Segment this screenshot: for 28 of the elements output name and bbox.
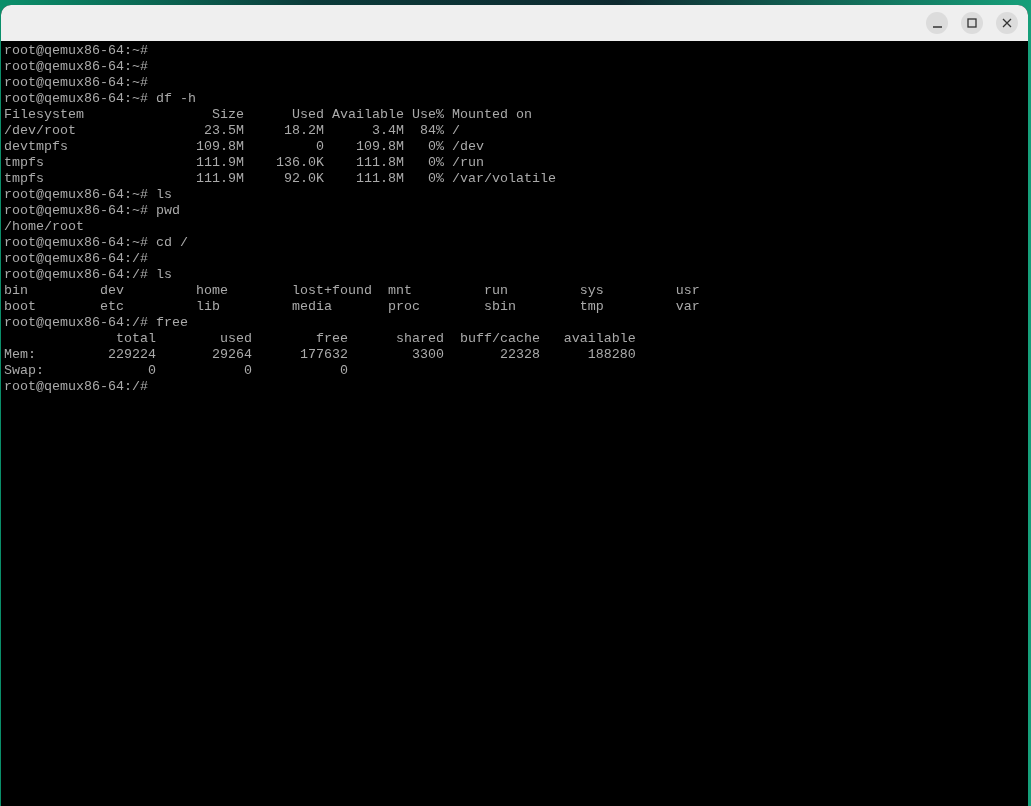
terminal-line: root@qemux86-64:~# pwd [4, 203, 180, 219]
terminal-line: root@qemux86-64:~# ls [4, 187, 172, 203]
terminal-line: boot etc lib media proc sbin tmp var [4, 299, 700, 315]
terminal-line: root@qemux86-64:~# df -h [4, 91, 196, 107]
close-button[interactable] [996, 12, 1018, 34]
terminal-line: tmpfs 111.9M 92.0K 111.8M 0% /var/volatile [4, 171, 556, 187]
terminal-line: root@qemux86-64:/# [4, 251, 148, 267]
terminal-line: root@qemux86-64:~# [4, 43, 148, 59]
terminal-line: root@qemux86-64:~# cd / [4, 235, 188, 251]
terminal-line: root@qemux86-64:/# ls [4, 267, 172, 283]
terminal-line: root@qemux86-64:~# [4, 75, 148, 91]
terminal-line: Swap: 0 0 0 [4, 363, 348, 379]
maximize-icon [966, 17, 978, 29]
terminal-line: Mem: 229224 29264 177632 3300 22328 188280 [4, 347, 636, 363]
terminal-line: root@qemux86-64:/# free [4, 315, 188, 331]
maximize-button[interactable] [961, 12, 983, 34]
minimize-icon [932, 26, 942, 28]
terminal-line: Filesystem Size Used Available Use% Mounted on [4, 107, 532, 123]
terminal-line: /home/root [4, 219, 84, 235]
terminal-line: bin dev home lost+found mnt run sys usr [4, 283, 700, 299]
terminal-line: total used free shared buff/cache available [114, 331, 636, 347]
terminal-line: tmpfs 111.9M 136.0K 111.8M 0% /run [4, 155, 484, 171]
terminal-line: root@qemux86-64:~# [4, 59, 148, 75]
terminal-line: root@qemux86-64:/# [4, 379, 148, 395]
terminal-line: /dev/root 23.5M 18.2M 3.4M 84% / [4, 123, 460, 139]
close-icon [1001, 17, 1013, 29]
minimize-button[interactable] [926, 12, 948, 34]
terminal-line: devtmpfs 109.8M 0 109.8M 0% /dev [4, 139, 484, 155]
